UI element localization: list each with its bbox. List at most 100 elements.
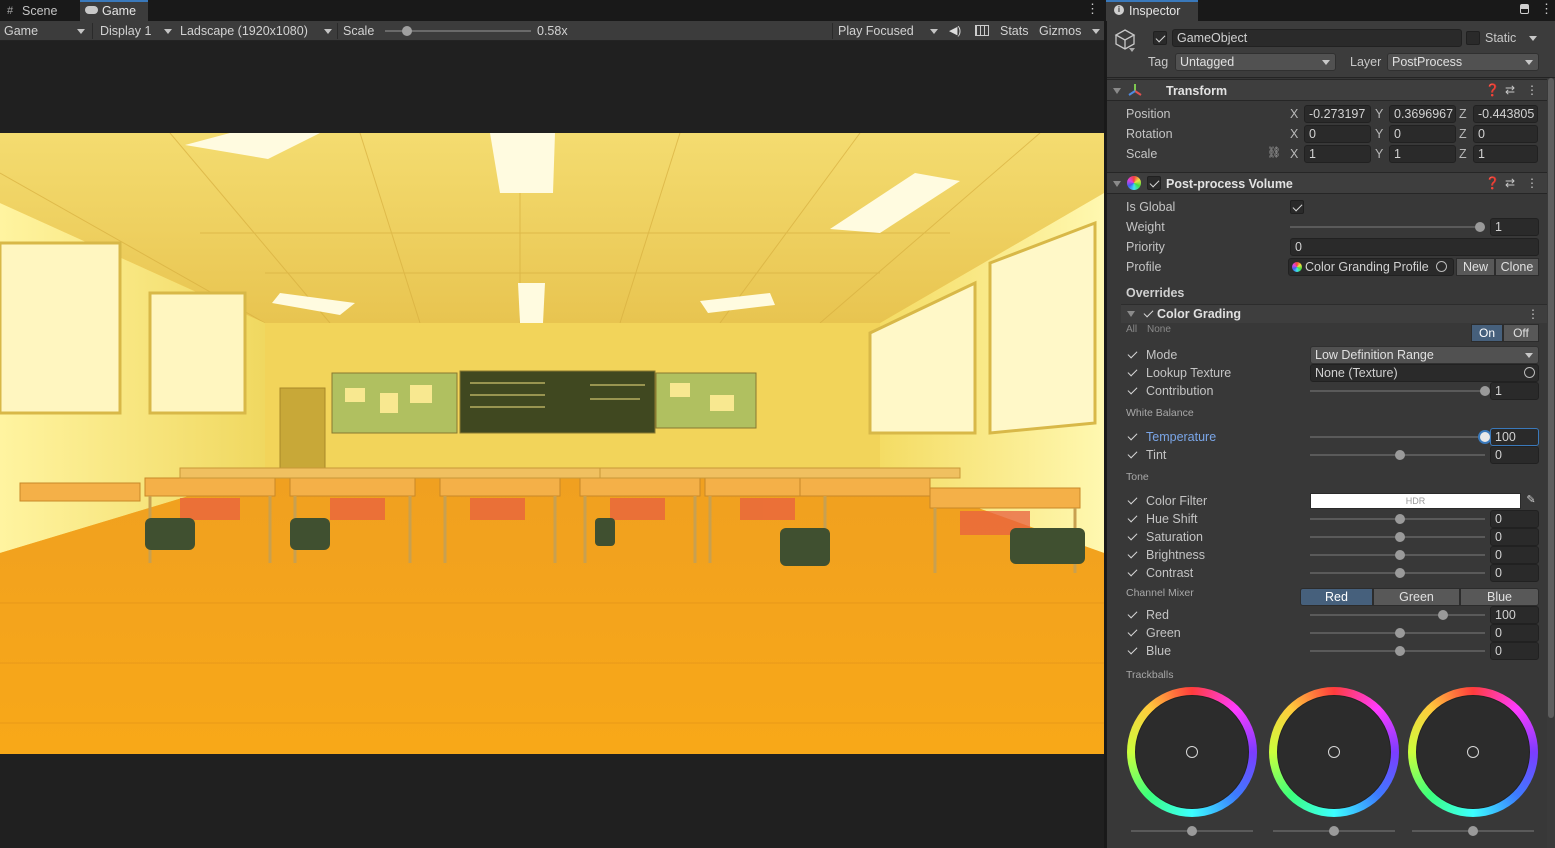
ppv-header[interactable]: Post-process Volume ❓ ⇄ ⋮: [1107, 172, 1547, 194]
brightness-override-checkbox[interactable]: [1126, 548, 1140, 562]
effect-menu-icon[interactable]: ⋮: [1527, 307, 1539, 321]
weight-slider-knob[interactable]: [1475, 222, 1485, 232]
profile-clone-button[interactable]: Clone: [1495, 258, 1539, 276]
help-icon[interactable]: ❓: [1485, 176, 1500, 190]
trackball-lift-slider-knob[interactable]: [1187, 826, 1197, 836]
presets-icon[interactable]: ⇄: [1505, 83, 1515, 97]
contrast-override-checkbox[interactable]: [1126, 566, 1140, 580]
mute-audio-icon[interactable]: ◀): [949, 24, 961, 37]
contribution-slider-track[interactable]: [1310, 390, 1485, 392]
saturation-field[interactable]: 0: [1490, 528, 1539, 546]
effect-off-button[interactable]: Off: [1503, 324, 1539, 342]
mode-dropdown[interactable]: Low Definition Range: [1310, 346, 1539, 364]
green-slider-knob[interactable]: [1395, 628, 1405, 638]
inspector-scrollbar-thumb[interactable]: [1548, 78, 1554, 718]
tint-slider-knob[interactable]: [1395, 450, 1405, 460]
trackball-gamma-slider-knob[interactable]: [1329, 826, 1339, 836]
lut-field[interactable]: None (Texture): [1310, 364, 1539, 382]
position-x-field[interactable]: -0.273197: [1304, 105, 1371, 123]
blue-field[interactable]: 0: [1490, 642, 1539, 660]
ppv-enabled-checkbox[interactable]: [1147, 176, 1161, 190]
scale-x-field[interactable]: 1: [1304, 145, 1371, 163]
red-slider-knob[interactable]: [1438, 610, 1448, 620]
lut-override-checkbox[interactable]: [1126, 366, 1140, 380]
rotation-z-field[interactable]: 0: [1473, 125, 1538, 143]
tag-dropdown[interactable]: Untagged: [1175, 53, 1336, 71]
mode-override-checkbox[interactable]: [1126, 348, 1140, 362]
red-override-checkbox[interactable]: [1126, 608, 1140, 622]
temperature-slider-track[interactable]: [1310, 436, 1485, 438]
eyedropper-icon[interactable]: ✎: [1523, 493, 1539, 509]
contribution-override-checkbox[interactable]: [1126, 384, 1140, 398]
channel-red-tab[interactable]: Red: [1300, 588, 1373, 606]
static-dropdown-arrow[interactable]: [1529, 36, 1537, 41]
effect-on-button[interactable]: On: [1471, 324, 1503, 342]
play-mode-dropdown[interactable]: Play Focused: [834, 21, 942, 41]
object-name-field[interactable]: GameObject: [1172, 29, 1462, 47]
inspector-menu-icon[interactable]: ⋮: [1540, 2, 1553, 16]
component-menu-icon[interactable]: ⋮: [1526, 83, 1538, 97]
trackball-lift[interactable]: [1127, 687, 1257, 817]
override-none-link[interactable]: None: [1147, 324, 1171, 335]
trackball-gain[interactable]: [1408, 687, 1538, 817]
blue-slider-knob[interactable]: [1395, 646, 1405, 656]
scale-slider-knob[interactable]: [402, 26, 412, 36]
hue-slider-knob[interactable]: [1395, 514, 1405, 524]
presets-icon[interactable]: ⇄: [1505, 176, 1515, 190]
game-tab-menu-icon[interactable]: ⋮: [1086, 2, 1099, 16]
hue-field[interactable]: 0: [1490, 510, 1539, 528]
icon-dropdown-arrow[interactable]: [1129, 48, 1135, 52]
layer-dropdown[interactable]: PostProcess: [1387, 53, 1539, 71]
tint-field[interactable]: 0: [1490, 446, 1539, 464]
temperature-field[interactable]: 100: [1490, 428, 1539, 446]
hue-override-checkbox[interactable]: [1126, 512, 1140, 526]
tab-game[interactable]: Game: [80, 0, 148, 21]
position-y-field[interactable]: 0.3696967: [1389, 105, 1456, 123]
transform-header[interactable]: Transform ❓ ⇄ ⋮: [1107, 79, 1547, 101]
keyboard-shortcuts-icon[interactable]: [975, 25, 989, 36]
channel-green-tab[interactable]: Green: [1373, 588, 1460, 606]
object-picker-icon[interactable]: [1524, 367, 1535, 378]
constrain-proportions-icon[interactable]: ⛓: [1267, 146, 1281, 159]
weight-slider-track[interactable]: [1290, 226, 1483, 228]
temperature-override-checkbox[interactable]: [1126, 430, 1140, 444]
red-field[interactable]: 100: [1490, 606, 1539, 624]
trackball-lift-handle[interactable]: [1186, 746, 1198, 758]
lock-icon[interactable]: [1520, 4, 1529, 14]
brightness-field[interactable]: 0: [1490, 546, 1539, 564]
foldout-arrow-icon[interactable]: [1127, 311, 1135, 317]
color-filter-swatch[interactable]: HDR: [1310, 493, 1521, 509]
tab-inspector[interactable]: i Inspector: [1106, 0, 1198, 21]
scale-slider[interactable]: [385, 26, 531, 36]
green-field[interactable]: 0: [1490, 624, 1539, 642]
game-mode-dropdown[interactable]: Game: [0, 21, 89, 41]
contrast-field[interactable]: 0: [1490, 564, 1539, 582]
gizmos-dropdown[interactable]: Gizmos: [1035, 21, 1104, 41]
trackball-gain-slider-knob[interactable]: [1468, 826, 1478, 836]
trackball-gamma-handle[interactable]: [1328, 746, 1340, 758]
scale-y-field[interactable]: 1: [1389, 145, 1456, 163]
color-grading-header[interactable]: Color Grading ⋮: [1121, 304, 1547, 323]
resolution-dropdown[interactable]: Ladscape (1920x1080): [176, 21, 336, 41]
trackball-gain-slider[interactable]: [1412, 826, 1534, 836]
tint-override-checkbox[interactable]: [1126, 448, 1140, 462]
blue-override-checkbox[interactable]: [1126, 644, 1140, 658]
color-grading-enabled-checkbox[interactable]: [1142, 307, 1156, 321]
tab-scene[interactable]: # Scene: [0, 0, 70, 21]
display-dropdown[interactable]: Display 1: [96, 21, 176, 41]
contribution-field[interactable]: 1: [1490, 382, 1539, 400]
priority-field[interactable]: 0: [1290, 238, 1539, 256]
profile-new-button[interactable]: New: [1456, 258, 1495, 276]
contrast-slider-knob[interactable]: [1395, 568, 1405, 578]
object-picker-icon[interactable]: [1436, 261, 1447, 272]
contribution-slider-knob[interactable]: [1480, 386, 1490, 396]
rotation-y-field[interactable]: 0: [1389, 125, 1456, 143]
brightness-slider-knob[interactable]: [1395, 550, 1405, 560]
position-z-field[interactable]: -0.443805: [1473, 105, 1538, 123]
stats-button[interactable]: Stats: [996, 21, 1034, 41]
green-override-checkbox[interactable]: [1126, 626, 1140, 640]
saturation-slider-knob[interactable]: [1395, 532, 1405, 542]
weight-field[interactable]: 1: [1490, 218, 1539, 236]
rotation-x-field[interactable]: 0: [1304, 125, 1371, 143]
static-checkbox[interactable]: [1466, 31, 1480, 45]
